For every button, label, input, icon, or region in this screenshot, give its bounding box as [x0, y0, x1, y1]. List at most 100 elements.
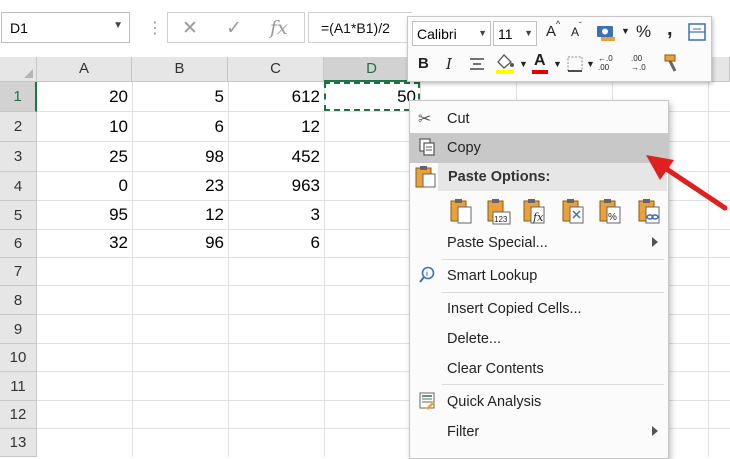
menu-item-insert-copied-cells-label: Insert Copied Cells...: [447, 301, 582, 317]
bold-icon[interactable]: B: [418, 55, 429, 72]
row-header-1[interactable]: 1: [0, 82, 37, 112]
row-header-3[interactable]: 3: [0, 142, 37, 172]
menu-item-paste-special[interactable]: Paste Special...: [410, 228, 668, 258]
borders-icon[interactable]: [566, 55, 584, 73]
column-header-a[interactable]: A: [37, 57, 132, 82]
font-name-value: Calibri: [417, 26, 457, 42]
cell-b6[interactable]: 96: [132, 233, 228, 253]
formula-bar-grip-icon: ⋮: [147, 20, 163, 37]
cell-b1[interactable]: 5: [132, 87, 228, 107]
chevron-down-icon[interactable]: ▼: [553, 59, 562, 69]
annotation-arrow-icon: [646, 155, 728, 211]
cell-c1[interactable]: 612: [228, 87, 324, 107]
decrease-decimal-icon[interactable]: .00 →.0: [631, 54, 646, 72]
menu-item-insert-copied-cells[interactable]: Insert Copied Cells...: [410, 294, 668, 324]
menu-item-smart-lookup-label: Smart Lookup: [447, 268, 538, 284]
row-header-7[interactable]: 7: [0, 258, 37, 286]
format-painter-cells-icon[interactable]: [687, 22, 707, 42]
row-header-2[interactable]: 2: [0, 112, 37, 142]
cell-c2[interactable]: 12: [228, 117, 324, 137]
cell-c3[interactable]: 452: [228, 147, 324, 167]
insert-function-icon[interactable]: fx: [270, 17, 288, 39]
font-color-icon[interactable]: A: [534, 52, 546, 70]
chevron-down-icon[interactable]: ▼: [113, 20, 123, 31]
menu-item-clear-contents[interactable]: Clear Contents: [410, 354, 668, 384]
column-header-d[interactable]: D: [324, 57, 420, 82]
fill-color-icon[interactable]: [494, 51, 516, 75]
cell-c6[interactable]: 6: [228, 233, 324, 253]
paste-options-label: Paste Options:: [448, 169, 551, 185]
increase-decimal-icon[interactable]: ←.0 .00: [598, 54, 613, 72]
row-header-5[interactable]: 5: [0, 201, 37, 230]
chevron-down-icon[interactable]: ▼: [519, 59, 528, 69]
menu-separator: [442, 384, 664, 385]
percent-style-icon[interactable]: %: [636, 22, 651, 42]
enter-icon[interactable]: ✓: [226, 17, 242, 40]
cell-a3[interactable]: 25: [37, 147, 132, 167]
cell-a2[interactable]: 10: [37, 117, 132, 137]
mini-toolbar: Calibri ▼ 11 ▼ A ^ A ˇ ▼ % , B I ▼ A ▼ ▼…: [407, 16, 712, 82]
copy-icon: [419, 138, 435, 156]
row-header-8[interactable]: 8: [0, 286, 37, 315]
italic-icon[interactable]: I: [446, 55, 452, 73]
paste-formulas-icon[interactable]: fx: [521, 196, 547, 226]
paste-icon[interactable]: [448, 196, 474, 226]
column-header-c[interactable]: C: [228, 57, 324, 82]
menu-item-paste-special-label: Paste Special...: [447, 235, 548, 251]
row-header-12[interactable]: 12: [0, 401, 37, 429]
paste-formatting-icon[interactable]: %: [597, 196, 623, 226]
chevron-down-icon[interactable]: ▼: [586, 59, 595, 69]
menu-separator: [442, 292, 664, 293]
font-name-box[interactable]: Calibri ▼: [412, 21, 491, 46]
row-header-11[interactable]: 11: [0, 372, 37, 401]
accounting-format-icon[interactable]: [596, 23, 618, 43]
cell-c4[interactable]: 963: [228, 176, 324, 196]
font-size-box[interactable]: 11 ▼: [493, 21, 537, 46]
increase-font-icon[interactable]: A: [546, 23, 556, 40]
decrease-font-icon[interactable]: A: [571, 25, 579, 39]
cell-b4[interactable]: 23: [132, 176, 228, 196]
row-header-13[interactable]: 13: [0, 429, 37, 457]
name-box[interactable]: D1 ▼: [1, 12, 130, 43]
submenu-arrow-icon: [652, 426, 658, 436]
align-center-icon[interactable]: [468, 55, 486, 73]
chevron-down-icon[interactable]: ▼: [621, 26, 630, 36]
menu-item-delete[interactable]: Delete...: [410, 324, 668, 354]
column-header-b[interactable]: B: [132, 57, 228, 82]
cell-a1[interactable]: 20: [37, 87, 132, 107]
svg-text:fx: fx: [532, 211, 544, 224]
context-menu: ✂ Cut Copy Paste Options: 123 fx % Paste…: [409, 100, 669, 459]
cell-b2[interactable]: 6: [132, 117, 228, 137]
menu-item-quick-analysis[interactable]: Quick Analysis: [410, 387, 668, 417]
row-header-10[interactable]: 10: [0, 344, 37, 372]
cell-b3[interactable]: 98: [132, 147, 228, 167]
paste-values-icon[interactable]: 123: [485, 196, 511, 226]
font-color-swatch: [532, 70, 548, 74]
menu-item-cut-label: Cut: [447, 111, 470, 127]
menu-item-filter[interactable]: Filter: [410, 417, 668, 447]
cancel-icon[interactable]: ✕: [182, 17, 198, 40]
menu-item-smart-lookup[interactable]: i Smart Lookup: [410, 261, 668, 291]
row-header-4[interactable]: 4: [0, 172, 37, 201]
menu-item-copy[interactable]: Copy: [410, 133, 668, 163]
menu-item-cut[interactable]: ✂ Cut: [410, 104, 668, 134]
select-all-corner[interactable]: [0, 57, 37, 82]
format-painter-icon[interactable]: [662, 53, 682, 75]
svg-text:%: %: [608, 212, 617, 223]
chevron-down-icon[interactable]: ▼: [524, 28, 533, 38]
submenu-arrow-icon: [652, 237, 658, 247]
chevron-down-icon[interactable]: ▼: [478, 28, 487, 38]
row-header-6[interactable]: 6: [0, 230, 37, 258]
paste-transpose-icon[interactable]: [560, 196, 586, 226]
menu-separator: [442, 259, 664, 260]
comma-style-icon[interactable]: ,: [667, 18, 673, 41]
cell-b5[interactable]: 12: [132, 205, 228, 225]
cell-c5[interactable]: 3: [228, 205, 324, 225]
formula-input[interactable]: =(A1*B1)/2: [308, 12, 412, 43]
copy-marquee: [324, 82, 420, 111]
cell-a6[interactable]: 32: [37, 233, 132, 253]
svg-text:123: 123: [494, 215, 508, 224]
cell-a4[interactable]: 0: [37, 176, 132, 196]
row-header-9[interactable]: 9: [0, 315, 37, 344]
cell-a5[interactable]: 95: [37, 205, 132, 225]
